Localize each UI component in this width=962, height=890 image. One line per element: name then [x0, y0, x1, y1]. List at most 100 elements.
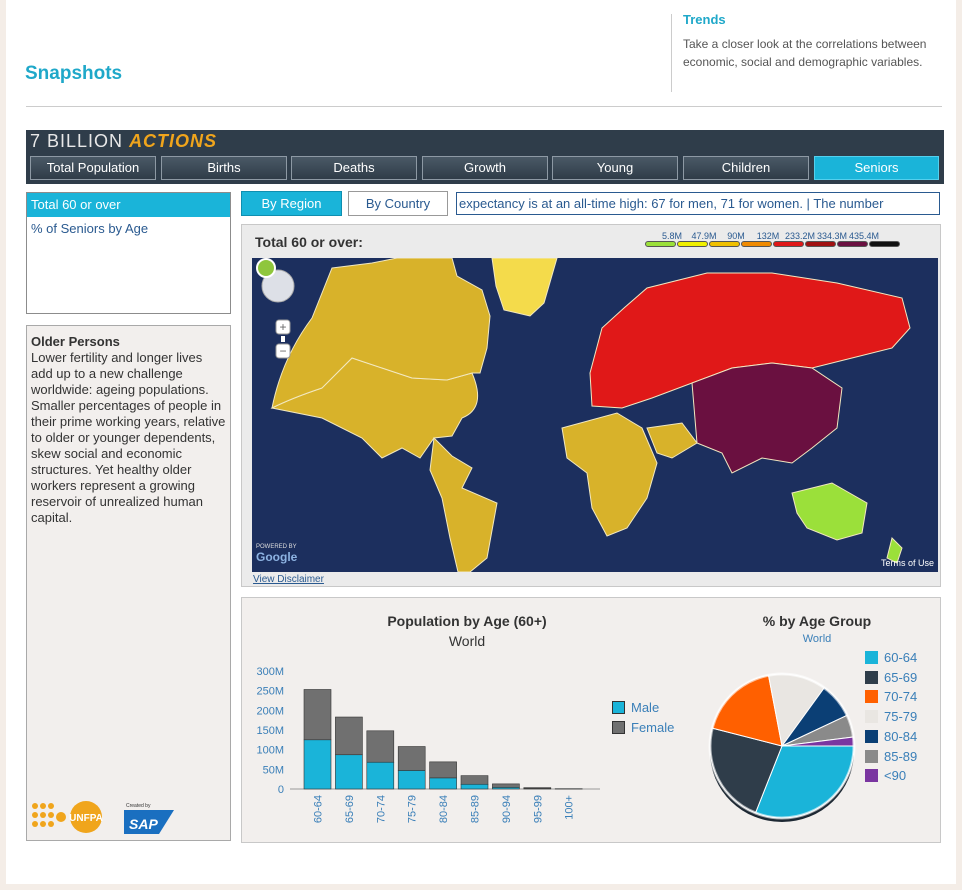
- indicator-percent-seniors-by-age[interactable]: % of Seniors by Age: [27, 217, 230, 241]
- pie-legend-item: 80-84: [865, 729, 917, 744]
- tab-births[interactable]: Births: [161, 156, 287, 180]
- brand-logo: 7 BILLION ACTIONS: [30, 130, 217, 152]
- map-legend-value: 47.9M: [691, 231, 717, 241]
- pie-legend-swatch: [865, 651, 878, 664]
- legend-male-label: Male: [631, 700, 660, 715]
- pie-legend-label: 65-69: [884, 669, 918, 685]
- bar-y-tick-label: 250M: [256, 686, 284, 698]
- map-legend-value: 435.4M: [848, 231, 880, 241]
- page: Snapshots Trends Take a closer look at t…: [0, 0, 962, 890]
- pie-legend-label: <90: [884, 768, 907, 784]
- tab-growth[interactable]: Growth: [422, 156, 548, 180]
- pie-legend-swatch: [865, 769, 878, 783]
- pie-chart-svg: [708, 672, 856, 822]
- pie-legend-swatch: [865, 670, 878, 684]
- tab-deaths[interactable]: Deaths: [291, 156, 417, 180]
- map-legend-value: 90M: [727, 231, 745, 241]
- pie-legend-item: 75-79: [865, 709, 917, 724]
- bar-category-label: 60-64: [313, 795, 325, 823]
- view-disclaimer-link[interactable]: View Disclaimer: [253, 574, 324, 585]
- pie-legend-item: 70-74: [865, 689, 917, 704]
- bar-category-label: 90-94: [501, 795, 513, 823]
- unfpa-logo: UNFPA Created by SAP: [32, 801, 174, 834]
- map-title: Total 60 or over:: [255, 234, 363, 250]
- bar-male: [460, 783, 489, 790]
- news-ticker: expectancy is at an all-time high: 67 fo…: [456, 192, 940, 215]
- tab-total-population[interactable]: Total Population: [30, 156, 156, 180]
- tab-children[interactable]: Children: [683, 156, 809, 180]
- legend-male: Male: [612, 700, 659, 715]
- map-legend-swatch: [741, 241, 772, 247]
- pie-legend-swatch: [865, 710, 878, 724]
- map-legend-swatch: [805, 241, 836, 247]
- bar-y-tick-label: 300M: [256, 666, 284, 678]
- google-logo-text: Google: [256, 550, 298, 564]
- map-legend-swatch: [837, 241, 868, 247]
- bar-category-label: 70-74: [375, 795, 387, 823]
- tab-seniors[interactable]: Seniors: [814, 156, 939, 180]
- pie-chart-title: % by Age Group: [762, 613, 872, 629]
- map-panel: Total 60 or over: 5.8M 47.9M 90M 132M 233.2M…: [241, 224, 941, 587]
- info-title: Older Persons: [31, 334, 120, 349]
- pie-legend-swatch: [865, 749, 878, 763]
- bar-female: [460, 775, 489, 785]
- terms-of-use-link[interactable]: Terms of Use: [881, 558, 934, 568]
- world-map[interactable]: + − POWERED BY Google Terms of Use: [252, 258, 938, 572]
- bar-category-label: 95-99: [532, 795, 544, 823]
- pie-legend-swatch: [865, 729, 878, 743]
- legend-female-swatch: [612, 721, 625, 734]
- unfpa-logo-text: UNFPA: [69, 813, 103, 824]
- map-legend-value: 233.2M: [784, 231, 816, 241]
- bar-male: [335, 754, 363, 790]
- bar-female: [397, 746, 426, 771]
- app-banner: 7 BILLION ACTIONS: [26, 130, 944, 152]
- legend-female-label: Female: [631, 720, 675, 735]
- header-rule: [26, 106, 942, 107]
- bar-category-label: 65-69: [344, 795, 356, 823]
- indicator-total-60-over[interactable]: Total 60 or over: [27, 193, 230, 217]
- info-text: Lower fertility and longer lives add up …: [31, 350, 226, 525]
- map-reset-icon[interactable]: [256, 258, 276, 278]
- bar-female: [366, 730, 395, 763]
- map-legend-value: 334.3M: [816, 231, 848, 241]
- sap-logo-text: SAP: [129, 816, 158, 832]
- brand-text: 7 BILLION: [30, 131, 124, 151]
- bar-female: [335, 716, 363, 756]
- bar-chart-svg: 0 50M 100M 150M 200M 250M 300M 60-64 65-69 70-74 7…: [256, 666, 600, 823]
- map-legend-swatch: [645, 241, 676, 247]
- map-legend-swatch: [709, 241, 740, 247]
- pie-legend-swatch: [865, 690, 878, 704]
- zoom-out-icon: −: [279, 344, 286, 358]
- page-title: Snapshots: [25, 63, 123, 84]
- header-divider: [671, 14, 672, 92]
- map-legend-swatch: [869, 241, 900, 247]
- world-map-svg: + − POWERED BY Google Terms of Use: [252, 258, 938, 572]
- by-country-button[interactable]: By Country: [348, 191, 448, 216]
- bar-female: [429, 761, 457, 779]
- pie-legend-label: 80-84: [884, 728, 918, 744]
- brand-accent-text: ACTIONS: [129, 131, 218, 151]
- bar-chart-subtitle: World: [448, 633, 486, 649]
- pie-legend-item: 85-89: [865, 749, 917, 764]
- tab-young[interactable]: Young: [552, 156, 678, 180]
- bar-male: [397, 770, 426, 790]
- indicator-list: Total 60 or over % of Seniors by Age: [26, 192, 231, 314]
- pie-legend-item: 65-69: [865, 670, 917, 685]
- pie-legend-label: 85-89: [884, 748, 918, 764]
- map-legend-swatch: [773, 241, 804, 247]
- by-region-button[interactable]: By Region: [241, 191, 342, 216]
- pie-legend-item: <90: [865, 768, 906, 783]
- pie-legend-label: 70-74: [884, 689, 918, 705]
- bar-female: [303, 689, 332, 741]
- bar-chart-title: Population by Age (60+): [387, 613, 547, 629]
- partner-logos: UNFPA Created by SAP: [31, 800, 226, 836]
- map-legend-swatch: [677, 241, 708, 247]
- bar-category-label: 80-84: [438, 795, 450, 823]
- trends-link[interactable]: Trends: [683, 12, 726, 27]
- info-box: Older Persons Lower fertility and longer…: [26, 325, 231, 841]
- bar-female: [492, 783, 520, 788]
- created-by-text: Created by: [126, 803, 151, 809]
- zoom-in-icon: +: [279, 320, 286, 334]
- map-legend-value: 132M: [756, 231, 780, 241]
- zoom-slider[interactable]: [281, 336, 285, 342]
